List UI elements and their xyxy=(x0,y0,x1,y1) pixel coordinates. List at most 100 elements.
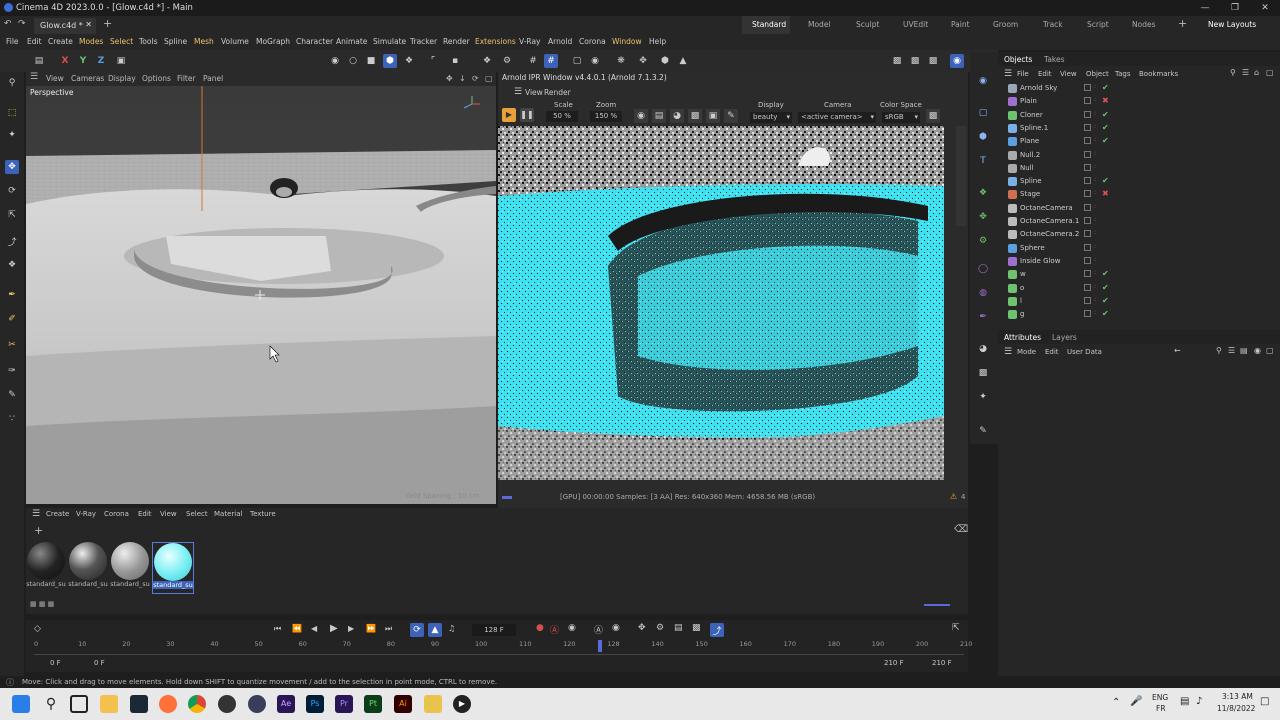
minimize-icon[interactable]: — xyxy=(1190,0,1220,16)
layer-toggle-icon[interactable] xyxy=(1084,97,1091,105)
preview-end-field[interactable]: 210 F xyxy=(884,659,904,667)
visibility-dots-icon[interactable]: : xyxy=(1094,283,1096,290)
objects-menu-view[interactable]: View xyxy=(1060,70,1077,78)
clapper-settings-icon[interactable]: ▩ xyxy=(926,54,940,68)
key-scale-icon[interactable]: ✥ xyxy=(638,623,646,633)
material-swatch[interactable]: standard_su xyxy=(26,542,66,594)
layer-toggle-icon[interactable] xyxy=(1084,256,1091,264)
menu-character[interactable]: Character xyxy=(296,37,333,46)
viewport-menu-panel[interactable]: Panel xyxy=(203,74,223,83)
menu-create[interactable]: Create xyxy=(48,37,73,46)
viewport-menu-icon[interactable]: ☰ xyxy=(30,72,38,82)
visibility-dots-icon[interactable]: : xyxy=(1094,296,1096,303)
menu-window[interactable]: Window xyxy=(612,37,642,46)
snap-settings-icon[interactable]: ⚙ xyxy=(500,54,514,68)
object-row[interactable]: o: ✔ xyxy=(1006,282,1276,295)
substance-painter-icon[interactable]: Pt xyxy=(364,695,382,713)
visibility-dots-icon[interactable]: : xyxy=(1094,110,1096,117)
material-menu-texture[interactable]: Texture xyxy=(250,510,276,518)
app-icon[interactable] xyxy=(424,695,442,713)
visibility-dots-icon[interactable]: : xyxy=(1094,83,1096,90)
previous-frame-icon[interactable]: ◀ xyxy=(311,624,317,633)
ipr-snapshot-icon[interactable]: ◉ xyxy=(634,109,648,123)
viewport-menu-display[interactable]: Display xyxy=(108,74,136,83)
paint-tool-icon[interactable]: ✑ xyxy=(5,364,19,378)
object-row[interactable]: Cloner: ✔ xyxy=(1006,109,1276,122)
object-row[interactable]: Plain: ✖ xyxy=(1006,95,1276,108)
end-frame-field[interactable]: 210 F xyxy=(932,659,952,667)
scale-field[interactable]: 50 % xyxy=(546,111,578,122)
workspace-model[interactable]: Model xyxy=(808,20,831,29)
snap-icon[interactable]: ❖ xyxy=(480,54,494,68)
viewport-menu-filter[interactable]: Filter xyxy=(177,74,196,83)
search-icon[interactable]: ⚲ xyxy=(1216,346,1222,355)
ipr-menu-icon[interactable]: ☰ xyxy=(514,87,522,97)
playhead[interactable] xyxy=(598,640,602,652)
object-row[interactable]: Stage: ✖ xyxy=(1006,188,1276,201)
previous-key-icon[interactable]: ⏪ xyxy=(292,624,302,633)
perspective-viewport[interactable]: Perspective Grid Spacing : 10 cm xyxy=(26,86,496,504)
start-frame-field[interactable]: 0 F xyxy=(50,659,61,667)
key-position-icon[interactable]: Ⓐ xyxy=(594,623,603,636)
axis-x-button[interactable]: X xyxy=(58,54,72,68)
object-row[interactable]: OctaneCamera: xyxy=(1006,202,1276,215)
language-top[interactable]: ENG xyxy=(1152,693,1168,702)
clapper-render-icon[interactable]: ▩ xyxy=(890,54,904,68)
timeline-ruler[interactable]: 0 10 20 30 40 50 60 70 80 90 100 110 120 128 140 150 160… xyxy=(34,640,972,654)
settings-icon[interactable]: ◉ xyxy=(1254,346,1261,355)
object-manager-icon[interactable]: ◉ xyxy=(976,74,990,88)
bounce-icon[interactable]: ▲ xyxy=(428,623,442,637)
material-menu-icon[interactable]: ☰ xyxy=(32,509,40,519)
ipr-globe-icon[interactable]: ◕ xyxy=(670,109,684,123)
axis-y-button[interactable]: Y xyxy=(76,54,90,68)
transfer-tool-icon[interactable]: ⤴ xyxy=(5,234,19,248)
object-row[interactable]: Plane: ✔ xyxy=(1006,135,1276,148)
premiere-icon[interactable]: Pr xyxy=(335,695,353,713)
enabled-check-icon[interactable]: ✔ xyxy=(1102,123,1109,132)
add-material-icon[interactable]: + xyxy=(34,524,43,537)
search-icon[interactable]: ⚲ xyxy=(5,76,19,90)
new-tab-icon[interactable]: + xyxy=(103,17,112,30)
objects-menu-tags[interactable]: Tags xyxy=(1115,70,1131,78)
layer-toggle-icon[interactable] xyxy=(1084,283,1091,291)
timeline-expand-icon[interactable]: ⇱ xyxy=(952,623,960,633)
layer-toggle-icon[interactable] xyxy=(1084,217,1091,224)
new-window-icon[interactable]: ▢ xyxy=(1266,346,1274,355)
camera-icon[interactable]: ▩ xyxy=(976,366,990,380)
light-icon[interactable]: ✦ xyxy=(976,390,990,404)
go-to-end-icon[interactable]: ⏭ xyxy=(385,624,392,634)
menu-modes[interactable]: Modes xyxy=(79,37,103,46)
material-swatch-selected[interactable]: standard_su xyxy=(152,542,194,594)
render-region-icon[interactable]: ◉ xyxy=(588,54,602,68)
key-param-icon[interactable]: ⚙ xyxy=(656,623,664,633)
object-row[interactable]: OctaneCamera.1: xyxy=(1006,215,1276,228)
menu-mesh[interactable]: Mesh xyxy=(194,37,214,46)
pen-icon[interactable]: ✎ xyxy=(976,424,990,438)
current-frame-field[interactable]: 128 F xyxy=(472,624,516,636)
search-icon[interactable]: ⚲ xyxy=(1230,68,1236,77)
spline-tool-icon[interactable]: ✒ xyxy=(976,310,990,324)
material-menu-corona[interactable]: Corona xyxy=(104,510,129,518)
effector-icon[interactable]: ⚙ xyxy=(976,234,990,248)
coordinate-system-icon[interactable]: ▣ xyxy=(114,54,128,68)
scene-icon[interactable]: ✦ xyxy=(5,128,19,142)
object-row[interactable]: w: ✔ xyxy=(1006,268,1276,281)
zoom-field[interactable]: 150 % xyxy=(590,111,622,122)
interpolation-icon[interactable]: ⤴ xyxy=(710,623,724,637)
menu-spline[interactable]: Spline xyxy=(164,37,187,46)
rotate-tool-icon[interactable]: ⟳ xyxy=(5,184,19,198)
menu-file[interactable]: File xyxy=(6,37,19,46)
lock-icon[interactable]: ▤ xyxy=(1240,346,1248,355)
layer-toggle-icon[interactable] xyxy=(1084,84,1091,91)
menu-render[interactable]: Render xyxy=(443,37,470,46)
render-view-icon[interactable]: ❋ xyxy=(614,54,628,68)
material-menu-view[interactable]: View xyxy=(160,510,177,518)
visibility-dots-icon[interactable]: : xyxy=(1094,203,1096,210)
auto-key-icon[interactable]: Ⓐ xyxy=(550,623,559,636)
visibility-dots-icon[interactable]: : xyxy=(1094,123,1096,130)
object-row[interactable]: g: ✔ xyxy=(1006,308,1276,321)
enabled-check-icon[interactable]: ✔ xyxy=(1102,269,1109,278)
visibility-dots-icon[interactable]: : xyxy=(1094,150,1096,157)
enabled-check-icon[interactable]: ✔ xyxy=(1102,176,1109,185)
tab-objects[interactable]: Objects xyxy=(1004,55,1032,64)
